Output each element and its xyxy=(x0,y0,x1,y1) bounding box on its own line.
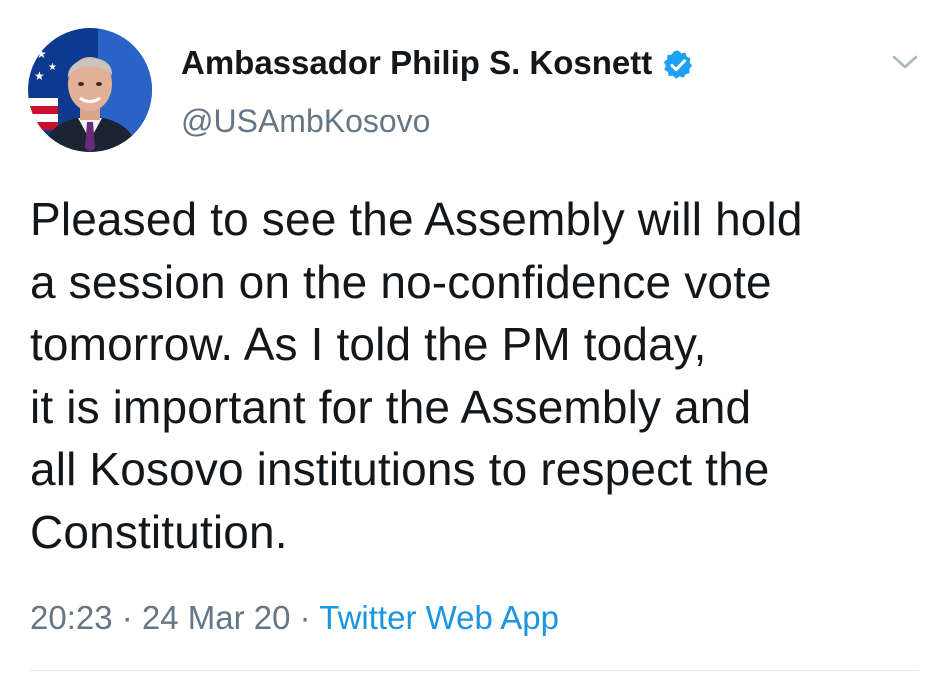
tweet-source-link[interactable]: Twitter Web App xyxy=(319,599,559,636)
author-display-name-row[interactable]: Ambassador Philip S. Kosnett xyxy=(181,40,694,86)
divider xyxy=(30,670,918,671)
tweet-metadata: 20:23 · 24 Mar 20 · Twitter Web App xyxy=(30,595,559,641)
meta-separator: · xyxy=(112,599,142,636)
svg-text:★: ★ xyxy=(36,47,47,61)
svg-text:★: ★ xyxy=(34,69,45,83)
tweet-date[interactable]: 24 Mar 20 xyxy=(142,599,291,636)
svg-text:★: ★ xyxy=(48,62,57,73)
tweet-text: Pleased to see the Assembly will hold a … xyxy=(30,193,803,558)
chevron-down-icon[interactable] xyxy=(890,50,920,74)
tweet-card: ★ ★ ★ Ambassador Philip S. Kosnett @USAm… xyxy=(0,0,945,679)
meta-separator: · xyxy=(290,599,320,636)
avatar[interactable]: ★ ★ ★ xyxy=(28,28,152,152)
avatar-portrait-icon: ★ ★ ★ xyxy=(28,28,152,152)
tweet-time[interactable]: 20:23 xyxy=(30,599,113,636)
verified-badge-icon xyxy=(662,47,694,79)
author-display-name[interactable]: Ambassador Philip S. Kosnett xyxy=(181,40,652,86)
author-handle[interactable]: @USAmbKosovo xyxy=(181,99,430,143)
